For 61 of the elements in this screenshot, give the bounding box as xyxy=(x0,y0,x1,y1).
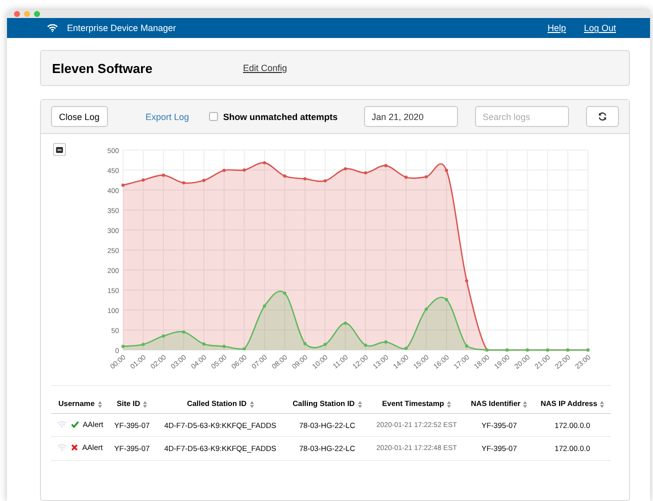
point xyxy=(121,344,125,348)
point xyxy=(303,342,307,346)
wifi-icon xyxy=(47,24,58,32)
minus-icon xyxy=(56,146,63,152)
export-log-link[interactable]: Export Log xyxy=(146,112,190,122)
sort-icon xyxy=(250,400,254,408)
sort-icon xyxy=(358,400,362,408)
point xyxy=(222,344,226,348)
point xyxy=(202,178,206,182)
point xyxy=(283,292,286,295)
checkbox[interactable] xyxy=(209,112,218,121)
wifi-icon xyxy=(56,420,67,428)
point xyxy=(444,298,448,302)
refresh-button[interactable] xyxy=(586,106,619,127)
point xyxy=(182,330,186,334)
sort-icon xyxy=(523,400,528,408)
point xyxy=(142,178,145,182)
sort-icon xyxy=(143,400,148,408)
point xyxy=(424,308,428,311)
sort-icon xyxy=(98,400,102,408)
point xyxy=(384,340,388,344)
point xyxy=(324,342,327,346)
point xyxy=(465,344,468,348)
point xyxy=(202,342,206,346)
point xyxy=(222,168,226,172)
close-log-button[interactable]: Close Log xyxy=(51,106,108,127)
org-name: Eleven Software xyxy=(52,60,154,76)
point xyxy=(303,177,307,180)
edit-config-link[interactable]: Edit Config xyxy=(243,63,288,73)
sort-icon xyxy=(600,400,604,408)
point xyxy=(121,184,125,187)
point xyxy=(242,347,246,350)
checkbox-label: Show unmatched attempts xyxy=(223,112,338,122)
collapse-button[interactable] xyxy=(53,143,66,156)
search-field[interactable]: Search logs xyxy=(474,106,569,127)
header-link[interactable]: Log Out xyxy=(584,23,616,34)
point xyxy=(283,174,286,178)
header-link[interactable]: Help xyxy=(547,23,566,34)
point xyxy=(162,174,166,177)
refresh-icon xyxy=(598,112,607,121)
point xyxy=(424,175,428,178)
point xyxy=(465,279,468,282)
point xyxy=(262,304,266,308)
app-title: Enterprise Device Manager xyxy=(67,23,178,34)
wifi-icon xyxy=(57,444,68,452)
point xyxy=(324,179,327,182)
sort-icon xyxy=(447,400,452,408)
point xyxy=(364,344,368,347)
point xyxy=(364,171,368,174)
point xyxy=(344,322,347,325)
point xyxy=(142,342,145,346)
point xyxy=(182,181,186,184)
point xyxy=(404,176,408,179)
point xyxy=(404,346,408,350)
point xyxy=(344,167,347,170)
point xyxy=(444,168,448,172)
point xyxy=(162,334,166,338)
point xyxy=(384,164,388,168)
point xyxy=(262,161,266,164)
point xyxy=(242,168,246,172)
date-field[interactable]: Jan 21, 2020 xyxy=(364,106,458,127)
